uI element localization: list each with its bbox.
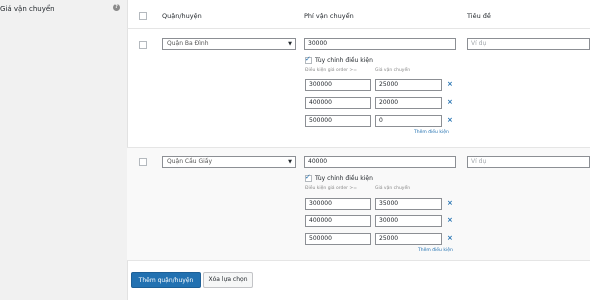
cond-header-min-order: Điều kiện giá order >= [305,186,357,191]
chevron-down-icon: ▼ [288,41,292,47]
remove-condition-icon[interactable]: × [447,216,453,224]
zone-divider [127,147,590,148]
cond-min-order-input[interactable]: 500000 [305,115,371,127]
cond-min-order-input[interactable]: 400000 [305,215,371,227]
cond-min-order-input[interactable]: 500000 [305,233,371,245]
cond-header-fee: Giá vận chuyển [375,68,411,73]
remove-condition-icon[interactable]: × [447,116,453,124]
district-select-value: Quận Cầu Giấy [167,158,213,165]
cond-header-fee: Giá vận chuyển [375,186,411,191]
add-condition-link[interactable]: Thêm điều kiện [418,248,453,253]
district-select[interactable]: Quận Ba Đình ▼ [162,38,296,50]
cond-fee-input[interactable]: 30000 [375,215,442,227]
cond-min-order-input[interactable]: 300000 [305,198,371,210]
column-header-district: Quận/huyện [162,12,202,20]
cond-fee-input[interactable]: 25000 [375,79,442,91]
remove-condition-icon[interactable]: × [447,234,453,242]
remove-condition-icon[interactable]: × [447,98,453,106]
checkmark-icon: ✓ [305,173,311,181]
cond-fee-input[interactable]: 0 [375,115,442,127]
column-header-title: Tiêu đề [467,12,491,20]
custom-conditions-label: Tùy chỉnh điều kiện [315,175,373,182]
cond-fee-input[interactable]: 20000 [375,97,442,109]
cond-min-order-input[interactable]: 400000 [305,97,371,109]
cond-fee-input[interactable]: 25000 [375,233,442,245]
shipping-fee-input[interactable]: 40000 [304,156,456,168]
shipping-fee-input[interactable]: 30000 [304,38,456,50]
custom-conditions-label: Tùy chỉnh điều kiện [315,57,373,64]
title-input[interactable]: Ví dụ [467,38,590,50]
zone-select-checkbox[interactable] [139,41,147,49]
district-select[interactable]: Quận Cầu Giấy ▼ [162,156,296,168]
district-select-value: Quận Ba Đình [167,40,209,47]
cond-header-min-order: Điều kiện giá order >= [305,68,357,73]
remove-condition-icon[interactable]: × [447,80,453,88]
footer-divider [127,260,590,261]
header-divider [127,28,590,29]
cond-min-order-input[interactable]: 300000 [305,79,371,91]
checkmark-icon: ✓ [305,55,311,63]
column-header-fee: Phí vận chuyển [304,12,354,20]
zone-select-checkbox[interactable] [139,158,147,166]
add-condition-link[interactable]: Thêm điều kiện [414,130,449,135]
select-all-checkbox[interactable] [139,12,147,20]
title-input[interactable]: Ví dụ [467,156,590,168]
add-district-button[interactable]: Thêm quận/huyện [131,272,201,288]
remove-condition-icon[interactable]: × [447,199,453,207]
help-icon[interactable]: ? [113,4,120,11]
chevron-down-icon: ▼ [288,159,292,165]
delete-selected-button[interactable]: Xóa lựa chọn [203,272,253,288]
cond-fee-input[interactable]: 35000 [375,198,442,210]
shipping-fee-row-label: Giá vận chuyển [0,5,55,13]
